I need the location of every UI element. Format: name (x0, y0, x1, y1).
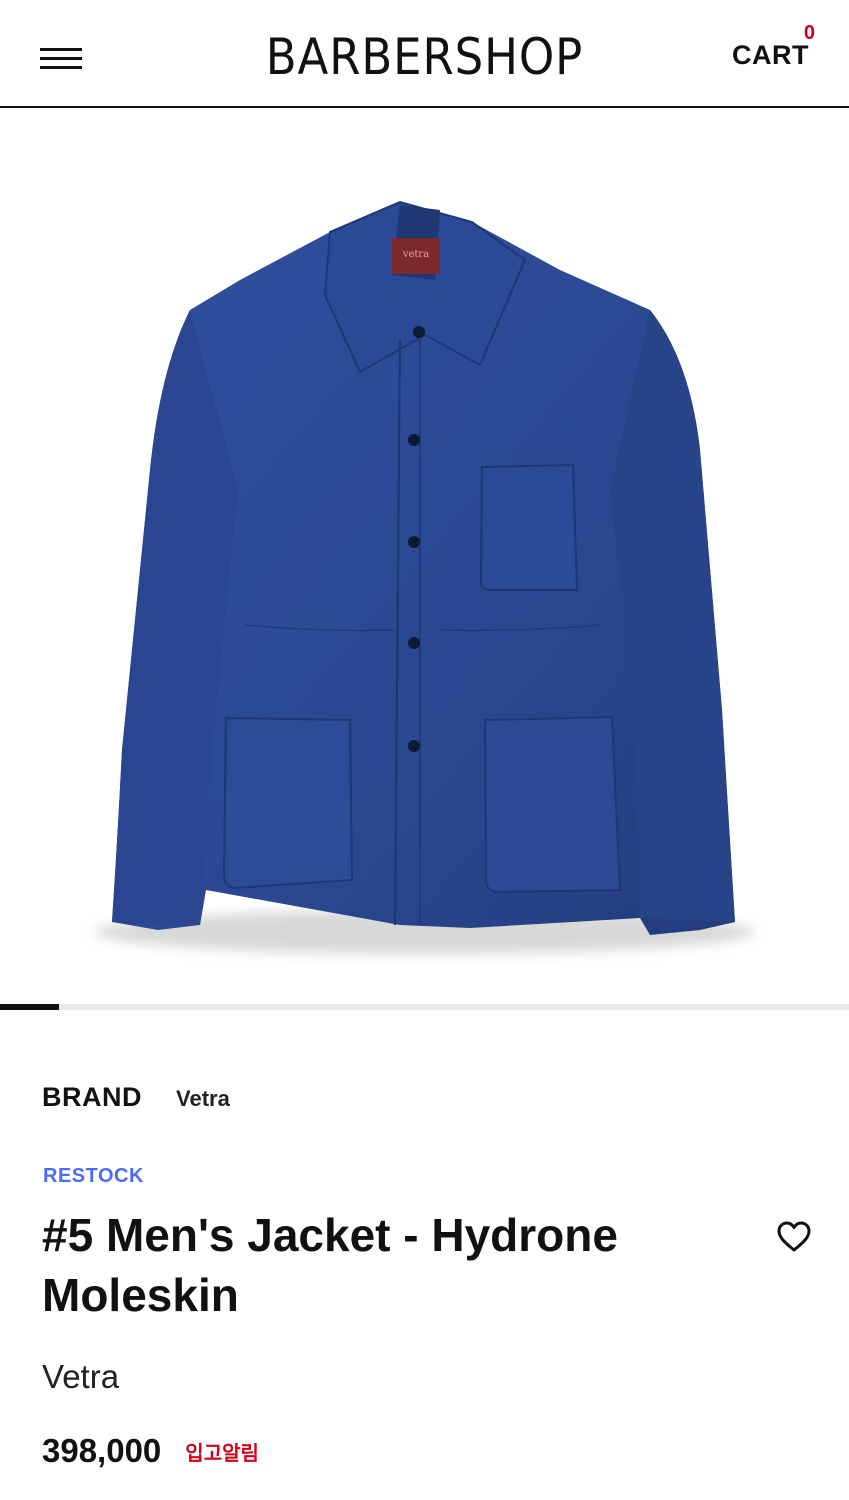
gallery-slider-track[interactable] (0, 1004, 849, 1010)
site-header: BARBERSHOP CART 0 (0, 0, 849, 108)
cart-count-badge: 0 (803, 22, 815, 44)
brand-row: BRAND Vetra (42, 1082, 230, 1113)
product-price: 398,000 (42, 1432, 162, 1469)
restock-badge: RESTOCK (43, 1165, 144, 1187)
product-brand-subtitle: Vetra (42, 1358, 120, 1395)
brand-label: BRAND (42, 1082, 142, 1112)
cart-button[interactable]: CART 0 (732, 22, 815, 71)
site-logo[interactable]: BARBERSHOP (42, 28, 806, 86)
gallery-slider-thumb[interactable] (0, 1004, 60, 1010)
restock-alert-button[interactable]: 입고알림 (185, 1437, 259, 1466)
heart-outline-icon[interactable] (776, 1220, 812, 1254)
product-image: vetra (95, 200, 755, 954)
price-row: 398,000 입고알림 (42, 1432, 259, 1470)
product-title: #5 Men's Jacket - Hydrone Moleskin (42, 1209, 618, 1321)
brand-link[interactable]: Vetra (176, 1086, 230, 1112)
svg-text:vetra: vetra (402, 249, 429, 260)
cart-label: CART (732, 40, 809, 70)
product-image-gallery[interactable]: vetra (0, 110, 849, 1003)
